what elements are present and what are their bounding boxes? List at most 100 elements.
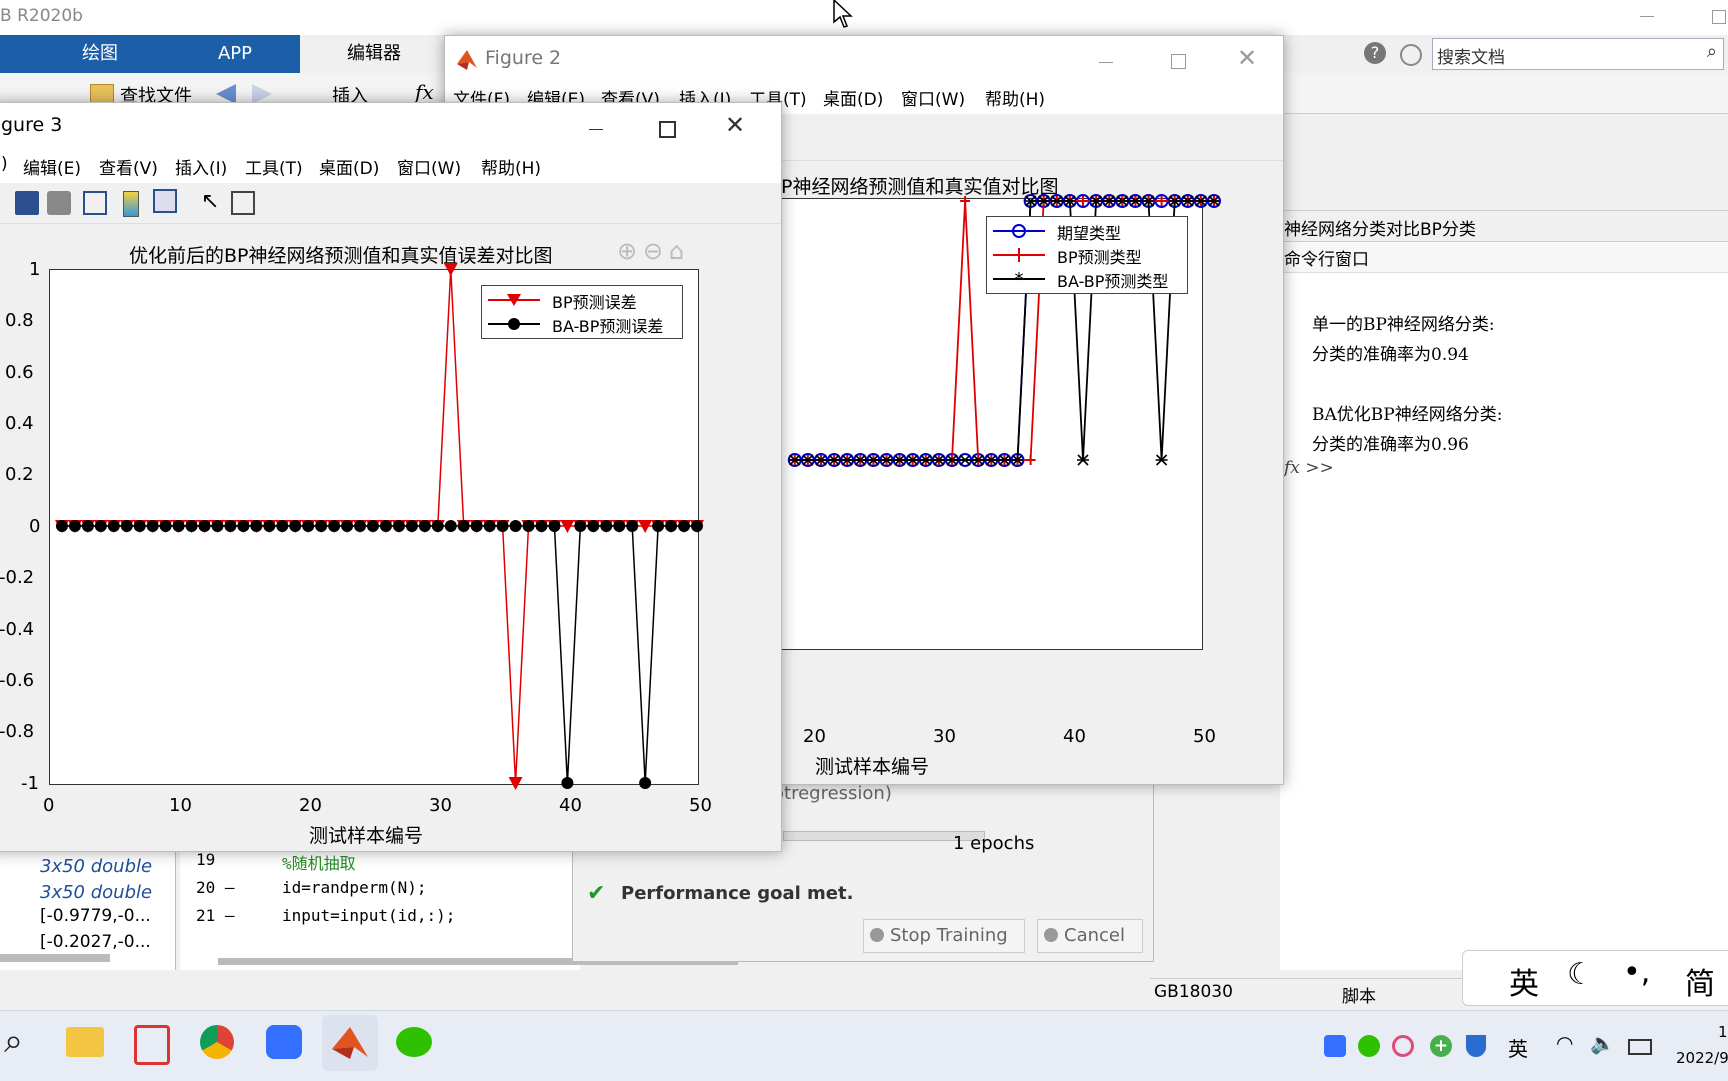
x-tick: 40 bbox=[559, 795, 582, 816]
y-tick: -0.2 bbox=[0, 567, 35, 588]
clock-date[interactable]: 2022/9 bbox=[1676, 1049, 1728, 1067]
tab-apps[interactable]: APP bbox=[170, 35, 300, 73]
matlab-titlebar: B R2020b bbox=[0, 0, 1728, 35]
battery-icon[interactable] bbox=[1628, 1039, 1652, 1055]
data-point bbox=[418, 520, 431, 532]
data-point bbox=[55, 520, 68, 532]
ime-mode-button[interactable]: 简 bbox=[1685, 959, 1715, 1003]
data-point bbox=[548, 520, 561, 532]
search-input[interactable]: 搜索文档 ⌕ bbox=[1432, 38, 1724, 70]
minimize-icon[interactable] bbox=[1640, 16, 1654, 17]
data-point bbox=[198, 520, 211, 532]
data-point bbox=[959, 454, 972, 466]
data-point bbox=[457, 520, 470, 532]
wechat-icon[interactable] bbox=[396, 1027, 432, 1057]
data-point bbox=[237, 520, 250, 532]
options-icon[interactable] bbox=[1400, 44, 1422, 66]
command-window-panel: 神经网络分类对比BP分类 命令行窗口 单一的BP神经网络分类: 分类的准确率为0… bbox=[1280, 210, 1728, 970]
svg-text:*: * bbox=[1015, 269, 1024, 290]
fx-icon[interactable]: fx bbox=[415, 80, 434, 104]
data-point bbox=[302, 520, 315, 532]
y-tick: 0.4 bbox=[5, 413, 34, 434]
folder-icon[interactable] bbox=[90, 84, 114, 104]
snipping-tool-icon[interactable] bbox=[134, 1025, 170, 1065]
punctuation-icon[interactable]: •, bbox=[1623, 955, 1650, 990]
shield-icon[interactable] bbox=[1466, 1035, 1486, 1057]
workspace-row[interactable]: 3x50 double bbox=[40, 882, 152, 903]
data-point bbox=[508, 777, 523, 790]
x-tick: 0 bbox=[43, 795, 55, 816]
y-tick: 0 bbox=[29, 516, 41, 537]
file-explorer-icon[interactable] bbox=[66, 1027, 104, 1057]
data-point bbox=[960, 196, 971, 206]
tab-plots[interactable]: 绘图 bbox=[40, 35, 160, 73]
tray-feishu-icon[interactable] bbox=[1324, 1035, 1346, 1057]
data-point bbox=[392, 520, 405, 532]
x-tick: 30 bbox=[933, 726, 956, 747]
workspace-row[interactable]: [-0.9779,-0... bbox=[40, 906, 151, 926]
data-point bbox=[107, 520, 120, 532]
figure3-window[interactable]: gure 3 ✕ ) 编辑(E) 查看(V) 插入(I) 工具(T) 桌面(D)… bbox=[0, 102, 782, 852]
code-line[interactable]: id=randperm(N); bbox=[282, 878, 427, 897]
cmd-line-2: 分类的准确率为0.94 bbox=[1312, 345, 1469, 365]
data-point bbox=[172, 520, 185, 532]
data-point bbox=[354, 520, 367, 532]
figure3-legend[interactable]: BP预测误差 BA-BP预测误差 bbox=[481, 285, 683, 339]
data-point bbox=[328, 520, 341, 532]
legend-bp-error: BP预测误差 bbox=[552, 293, 637, 312]
figure3-plot bbox=[54, 263, 704, 790]
help-icon[interactable]: ? bbox=[1364, 42, 1386, 64]
tray-plus-icon[interactable]: + bbox=[1430, 1035, 1452, 1057]
data-point bbox=[1156, 196, 1167, 206]
stop-training-button[interactable]: Stop Training bbox=[863, 919, 1025, 953]
data-point bbox=[443, 263, 458, 276]
data-point bbox=[224, 520, 237, 532]
data-point bbox=[665, 520, 678, 532]
forward-arrow-icon[interactable] bbox=[252, 84, 272, 104]
x-tick: 50 bbox=[689, 795, 712, 816]
line-number: 21 — bbox=[196, 906, 235, 925]
wifi-icon[interactable]: ◠ bbox=[1556, 1031, 1573, 1055]
back-arrow-icon[interactable] bbox=[216, 84, 236, 104]
legend-marker-expected bbox=[993, 224, 1045, 238]
code-line[interactable]: input=input(id,:); bbox=[282, 906, 455, 925]
chrome-icon[interactable] bbox=[200, 1025, 234, 1059]
app-title: B R2020b bbox=[0, 6, 83, 26]
volume-icon[interactable]: 🔈 bbox=[1590, 1031, 1615, 1055]
legend-bp: BP预测类型 bbox=[1057, 248, 1142, 267]
y-tick: 0.8 bbox=[5, 310, 34, 331]
restore-icon[interactable] bbox=[1712, 10, 1726, 24]
workspace-row[interactable]: [-0.2027,-0... bbox=[40, 932, 151, 952]
data-point bbox=[341, 520, 354, 532]
tray-app-icon[interactable] bbox=[1392, 1035, 1414, 1057]
training-partial-text: otregression) bbox=[773, 783, 892, 804]
feishu-icon[interactable] bbox=[266, 1025, 302, 1059]
search-icon[interactable]: ⌕ bbox=[4, 1021, 23, 1061]
data-point bbox=[483, 520, 496, 532]
command-prompt[interactable]: fx >> bbox=[1284, 458, 1334, 478]
moon-icon[interactable]: ☾ bbox=[1567, 957, 1594, 992]
ime-lang-button[interactable]: 英 bbox=[1509, 959, 1539, 1003]
y-tick: -0.4 bbox=[0, 619, 35, 640]
data-point bbox=[133, 520, 146, 532]
data-point bbox=[522, 520, 535, 532]
cancel-button[interactable]: Cancel bbox=[1037, 919, 1143, 953]
encoding-label: GB18030 bbox=[1154, 982, 1233, 1002]
tray-wechat-icon[interactable] bbox=[1358, 1035, 1380, 1057]
data-point bbox=[691, 520, 703, 532]
legend-expected: 期望类型 bbox=[1057, 224, 1122, 243]
data-point bbox=[431, 520, 444, 532]
tab-editor[interactable]: 编辑器 bbox=[300, 35, 448, 73]
ime-toolbar: 英 ☾ •, 简 bbox=[1462, 950, 1728, 1006]
figure2-legend[interactable]: 期望类型 BP预测类型 * BA-BP预测类型 bbox=[986, 216, 1188, 294]
data-point bbox=[379, 520, 392, 532]
matlab-taskbar-icon[interactable] bbox=[322, 1015, 378, 1071]
workspace-scrollbar[interactable] bbox=[0, 954, 110, 962]
data-point bbox=[444, 520, 457, 532]
tray-lang[interactable]: 英 bbox=[1508, 1033, 1528, 1062]
code-line[interactable]: %随机抽取 bbox=[282, 850, 356, 874]
matlab-icon bbox=[332, 1027, 368, 1059]
workspace-row[interactable]: 3x50 double bbox=[40, 856, 152, 877]
cmd-line-4: BA优化BP神经网络分类: bbox=[1312, 405, 1503, 425]
clock-time[interactable]: 1 bbox=[1718, 1023, 1728, 1041]
